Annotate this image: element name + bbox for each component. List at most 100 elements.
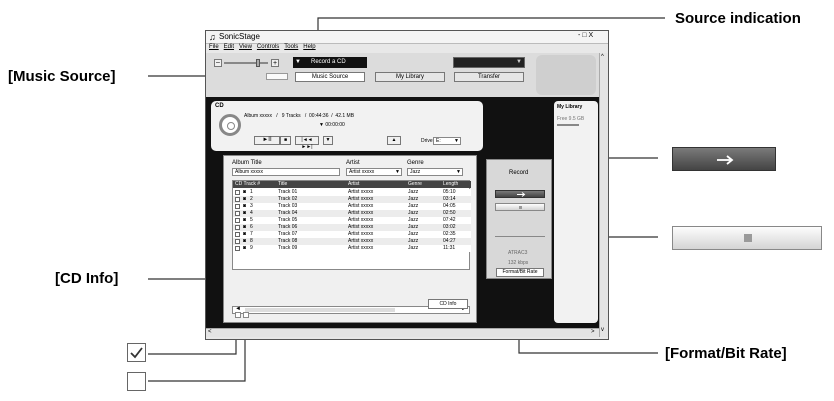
track-length: 02:35 — [443, 231, 456, 237]
album-title-field[interactable]: Album xxxxx — [232, 168, 340, 176]
table-row[interactable]: ◙ 8 Track 08 Artist xxxxx Jazz 04:27 — [233, 238, 471, 245]
menu-edit[interactable]: Edit — [224, 44, 234, 50]
artist-field-value: Artist xxxxx — [349, 169, 375, 175]
artist-field[interactable]: Artist xxxxx ▼ — [346, 168, 402, 176]
source-dropdown-icon: ▼ — [295, 59, 301, 65]
cd-info-button[interactable]: CD Info — [428, 299, 468, 309]
record-divider — [495, 236, 545, 237]
checkbox-check-all[interactable] — [235, 312, 241, 318]
menu-tools[interactable]: Tools — [284, 44, 298, 50]
source-indicator[interactable]: ▼ Record a CD — [293, 57, 367, 68]
track-artist: Artist xxxxx — [348, 189, 374, 195]
checkbox-checked-enlarged[interactable] — [127, 343, 146, 362]
horizontal-scrollbar[interactable]: < > — [206, 328, 599, 337]
track-checkbox[interactable] — [235, 204, 240, 209]
track-checkbox[interactable] — [235, 190, 240, 195]
track-artist: Artist xxxxx — [348, 238, 374, 244]
track-genre: Jazz — [408, 210, 419, 216]
track-length: 03:14 — [443, 196, 456, 202]
play-pause-button[interactable]: ►II — [254, 136, 280, 145]
menu-view[interactable]: View — [239, 44, 252, 50]
track-checkbox[interactable] — [235, 197, 240, 202]
format-bit-rate-button[interactable]: Format/Bit Rate — [496, 268, 544, 277]
col-track-number[interactable]: CD Track # — [235, 181, 260, 188]
menu-controls[interactable]: Controls — [257, 44, 279, 50]
table-row[interactable]: ◙ 7 Track 07 Artist xxxxx Jazz 02:35 — [233, 231, 471, 238]
genre-label: Genre — [407, 160, 424, 166]
track-title: Track 07 — [278, 231, 298, 237]
stop-playback-button[interactable]: ■ — [280, 136, 291, 145]
stop-button-enlarged[interactable] — [672, 226, 822, 250]
track-list-panel: Album Title Album xxxxx Artist Artist xx… — [223, 155, 477, 323]
sonicstage-window: ♫ SonicStage - □ X File Edit View Controls T… — [205, 30, 609, 340]
record-button[interactable] — [495, 190, 545, 198]
artist-dropdown-icon: ▼ — [395, 169, 400, 175]
volume-minus-button[interactable]: – — [214, 59, 222, 67]
library-panel: My Library Free 9.5 GB — [554, 101, 598, 323]
track-genre: Jazz — [408, 224, 419, 230]
cd-panel: CD Album xxxxx / 9 Tracks / 00:44:36 / 4… — [211, 101, 483, 151]
track-cd-icon: ◙ — [243, 231, 247, 237]
scroll-right-icon: > — [591, 329, 595, 335]
track-number: 2 — [250, 196, 253, 202]
prev-next-button[interactable]: |◄◄ ►►| — [295, 136, 319, 150]
table-row[interactable]: ◙ 1 Track 01 Artist xxxxx Jazz 05:10 — [233, 189, 471, 196]
track-checkbox[interactable] — [235, 232, 240, 237]
track-genre: Jazz — [408, 196, 419, 202]
table-row[interactable]: ◙ 2 Track 02 Artist xxxxx Jazz 03:14 — [233, 196, 471, 203]
search-field[interactable]: ▼ — [453, 57, 525, 68]
track-checkbox[interactable] — [235, 211, 240, 216]
col-genre[interactable]: Genre — [408, 181, 422, 188]
table-row[interactable]: ◙ 6 Track 06 Artist xxxxx Jazz 03:02 — [233, 224, 471, 231]
track-table: CD Track # Title Artist Genre Length ◙ 1 T… — [232, 180, 471, 270]
col-length[interactable]: Length — [443, 181, 458, 188]
toolbar-progress — [266, 73, 288, 80]
record-arrow-icon — [517, 192, 526, 197]
track-checkbox[interactable] — [235, 225, 240, 230]
drive-select[interactable]: E: ▼ — [433, 137, 461, 145]
vertical-scrollbar[interactable]: ^ v — [599, 53, 608, 337]
app-logo-icon: ♫ — [209, 32, 216, 42]
tab-transfer[interactable]: Transfer — [454, 72, 524, 82]
record-button-enlarged[interactable] — [672, 147, 776, 171]
track-checkbox[interactable] — [235, 239, 240, 244]
table-row[interactable]: ◙ 5 Track 05 Artist xxxxx Jazz 07:42 — [233, 217, 471, 224]
track-cd-icon: ◙ — [243, 238, 247, 244]
col-title[interactable]: Title — [278, 181, 287, 188]
tab-my-library[interactable]: My Library — [375, 72, 445, 82]
window-controls[interactable]: - □ X — [578, 32, 593, 39]
volume-thumb[interactable] — [256, 59, 260, 67]
track-checkbox[interactable] — [235, 246, 240, 251]
drive-label: Drive — [421, 138, 433, 144]
track-genre: Jazz — [408, 238, 419, 244]
playmode-button[interactable]: ▼ — [323, 136, 333, 145]
tab-music-source[interactable]: Music Source — [295, 72, 365, 82]
genre-dropdown-icon: ▼ — [456, 169, 461, 175]
track-artist: Artist xxxxx — [348, 210, 374, 216]
table-row[interactable]: ◙ 4 Track 04 Artist xxxxx Jazz 02:50 — [233, 210, 471, 217]
track-title: Track 05 — [278, 217, 298, 223]
genre-field[interactable]: Jazz ▼ — [407, 168, 463, 176]
stop-record-button[interactable] — [495, 203, 545, 211]
track-cd-icon: ◙ — [243, 203, 247, 209]
eject-button[interactable]: ▲ — [387, 136, 401, 145]
stop-icon — [744, 234, 752, 242]
track-length: 07:42 — [443, 217, 456, 223]
menu-help[interactable]: Help — [303, 44, 315, 50]
checkbox-empty-enlarged[interactable] — [127, 372, 146, 391]
menu-file[interactable]: File — [209, 44, 219, 50]
track-number: 1 — [250, 189, 253, 195]
volume-plus-button[interactable]: + — [271, 59, 279, 67]
table-row[interactable]: ◙ 9 Track 09 Artist xxxxx Jazz 11:31 — [233, 245, 471, 252]
volume-slider[interactable]: – + — [214, 59, 279, 67]
col-artist[interactable]: Artist — [348, 181, 359, 188]
track-checkbox[interactable] — [235, 218, 240, 223]
track-genre: Jazz — [408, 189, 419, 195]
checkbox-uncheck-all[interactable] — [243, 312, 249, 318]
track-genre: Jazz — [408, 203, 419, 209]
track-cd-icon: ◙ — [243, 196, 247, 202]
callout-cd-info: [CD Info] — [55, 270, 119, 287]
toolbar-device-area — [536, 55, 596, 95]
table-row[interactable]: ◙ 3 Track 03 Artist xxxxx Jazz 04:05 — [233, 203, 471, 210]
track-genre: Jazz — [408, 245, 419, 251]
